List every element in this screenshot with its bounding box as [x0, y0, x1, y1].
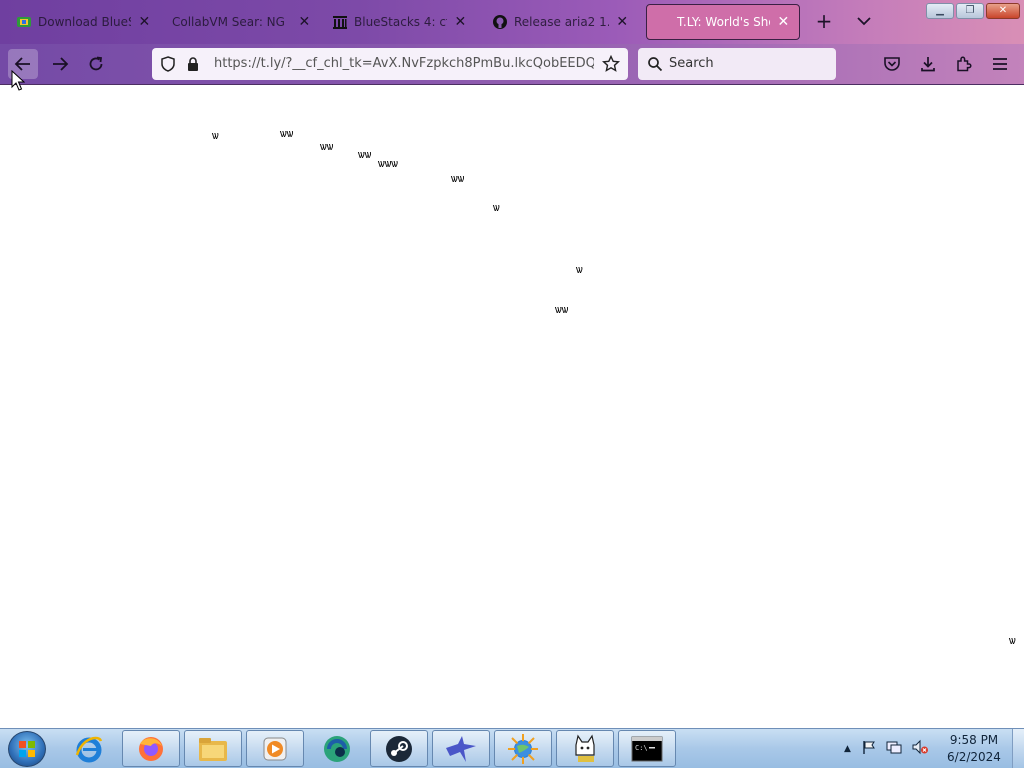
artifact-glyph: ѡѡ [358, 148, 372, 161]
extensions-button[interactable] [949, 49, 979, 79]
puzzle-icon [957, 56, 972, 72]
internet-explorer-icon[interactable] [60, 730, 118, 767]
cat-app-icon[interactable] [556, 730, 614, 767]
pocket-button[interactable] [877, 49, 907, 79]
close-icon[interactable]: ✕ [137, 14, 152, 30]
system-tray: ▲ [844, 729, 929, 768]
artifact-glyph: ѡѡ [555, 303, 569, 316]
page-content[interactable]: ѡ ѡѡ ѡѡ ѡѡ ѡѡѡ ѡѡ ѡ ѡ ѡѡ ѡ [0, 85, 1024, 728]
reload-icon [89, 56, 103, 71]
command-prompt-icon[interactable]: C:\ [618, 730, 676, 767]
mouse-cursor-icon [11, 70, 25, 91]
media-player-icon[interactable] [246, 730, 304, 767]
bookmark-star-icon[interactable] [601, 54, 621, 77]
tab-collabvm[interactable]: CollabVM Sear: NG ✕ [164, 4, 320, 40]
file-explorer-icon[interactable] [184, 730, 242, 767]
tab-title: BlueStacks 4: cfffm [354, 15, 447, 29]
volume-muted-icon[interactable] [911, 739, 929, 759]
tab-bluestacks-archive[interactable]: BlueStacks 4: cfffm ✕ [324, 4, 476, 40]
artifact-glyph: ѡ [576, 263, 583, 276]
navigation-toolbar: https://t.ly/?__cf_chl_tk=AvX.NvFzpkch8P… [0, 44, 1024, 85]
artifact-glyph: ѡ [212, 129, 219, 142]
tab-title: T.LY: World's Short [677, 15, 770, 29]
artifact-glyph: ѡ [493, 201, 500, 214]
lock-icon[interactable] [186, 56, 200, 76]
show-desktop-button[interactable] [1012, 729, 1024, 768]
bluestacks-icon[interactable] [308, 730, 366, 767]
hamburger-menu-icon [993, 58, 1007, 70]
close-window-button[interactable]: ✕ [986, 3, 1020, 19]
download-icon [921, 57, 935, 72]
search-box[interactable]: Search [638, 48, 836, 80]
firefox-icon[interactable] [122, 730, 180, 767]
tab-tly-active[interactable]: T.LY: World's Short ✕ [646, 4, 800, 40]
artifact-glyph: ѡ [1009, 634, 1016, 647]
tab-title: CollabVM Sear: NG [172, 15, 285, 29]
tab-title: Download BlueSt [38, 15, 131, 29]
address-bar[interactable]: https://t.ly/?__cf_chl_tk=AvX.NvFzpkch8P… [152, 48, 628, 80]
clock-date: 6/2/2024 [947, 750, 1001, 764]
tab-download-bluestacks[interactable]: Download BlueSt ✕ [8, 4, 160, 40]
close-icon[interactable]: ✕ [615, 14, 630, 30]
network-icon[interactable] [885, 739, 903, 759]
bird-app-icon[interactable] [432, 730, 490, 767]
artifact-glyph: ѡѡ [451, 172, 465, 185]
windows-taskbar: C:\ ▲ 9:58 PM 6/2/2024 [0, 728, 1024, 768]
github-icon [492, 14, 508, 30]
minimize-button[interactable]: ▁ [926, 3, 954, 19]
steam-icon[interactable] [370, 730, 428, 767]
close-icon[interactable]: ✕ [776, 14, 791, 30]
clock-time: 9:58 PM [949, 733, 999, 747]
new-tab-button[interactable]: + [812, 10, 836, 34]
artifact-glyph: ѡѡѡ [378, 157, 398, 170]
archive-icon [332, 14, 348, 30]
reload-button[interactable] [81, 49, 111, 79]
close-icon[interactable]: ✕ [453, 14, 468, 30]
forward-arrow-icon [53, 57, 69, 71]
pocket-icon [884, 57, 900, 71]
tab-aria2-release[interactable]: Release aria2 1.37.0 ✕ [484, 4, 638, 40]
browser-titlebar: Download BlueSt ✕ CollabVM Sear: NG ✕ Bl… [0, 0, 1024, 44]
artifact-glyph: ѡѡ [280, 127, 294, 140]
windows-logo-icon [19, 741, 35, 757]
tab-title: Release aria2 1.37.0 [514, 15, 609, 29]
downloads-button[interactable] [913, 49, 943, 79]
url-text[interactable]: https://t.ly/?__cf_chl_tk=AvX.NvFzpkch8P… [214, 56, 594, 71]
bluestacks-icon [16, 14, 32, 30]
search-placeholder: Search [669, 56, 714, 71]
artifact-glyph: ѡѡ [320, 140, 334, 153]
taskbar-clock[interactable]: 9:58 PM 6/2/2024 [940, 732, 1008, 766]
maximize-button[interactable]: ❐ [956, 3, 984, 19]
svg-text:C:\: C:\ [635, 744, 648, 752]
close-icon[interactable]: ✕ [297, 14, 312, 30]
search-icon [647, 56, 663, 76]
show-hidden-icons-icon[interactable]: ▲ [844, 744, 851, 754]
globe-app-icon[interactable] [494, 730, 552, 767]
forward-button[interactable] [45, 49, 75, 79]
start-button[interactable] [8, 731, 46, 767]
action-center-flag-icon[interactable] [861, 739, 877, 759]
shield-icon[interactable] [160, 56, 176, 76]
menu-button[interactable] [985, 49, 1015, 79]
chevron-down-icon[interactable] [852, 10, 876, 34]
